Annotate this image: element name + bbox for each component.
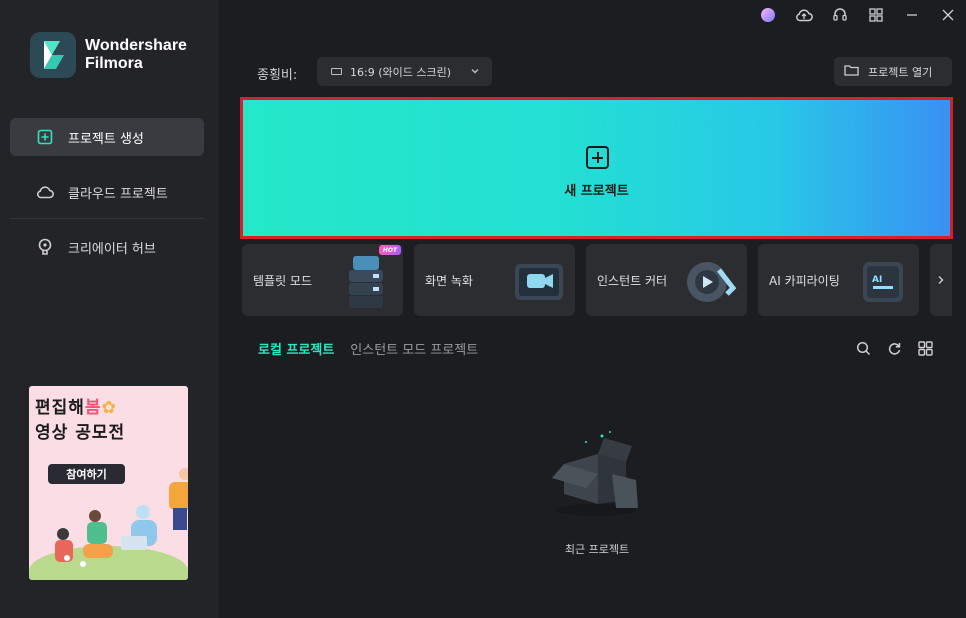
headset-icon[interactable] bbox=[822, 0, 858, 30]
logo-text-line2: Filmora bbox=[85, 55, 143, 72]
cloud-icon bbox=[36, 183, 54, 201]
tab-local-projects[interactable]: 로컬 프로젝트 bbox=[258, 339, 334, 358]
empty-state-label: 최근 프로젝트 bbox=[564, 543, 630, 556]
screen-icon bbox=[331, 68, 342, 75]
grid-view-icon[interactable] bbox=[915, 339, 935, 357]
cards-next-button[interactable] bbox=[930, 244, 952, 316]
aspect-ratio-value: 16:9 (와이드 스크린) bbox=[350, 65, 451, 79]
banner-illustration bbox=[55, 468, 188, 567]
close-icon[interactable] bbox=[930, 0, 966, 30]
sidebar-divider bbox=[10, 218, 204, 219]
quick-cards: 템플릿 모드 HOT 화면 녹화 인스턴트 커터 AI 카피라이팅 AI bbox=[242, 244, 952, 316]
chevron-right-icon bbox=[938, 276, 944, 284]
empty-box-icon bbox=[552, 431, 638, 516]
plus-icon bbox=[586, 146, 609, 169]
sidebar: Wondershare Filmora 프로젝트 생성 클라우드 프로젝트 크리… bbox=[0, 0, 219, 618]
filmora-logo-icon bbox=[30, 32, 76, 78]
banner-title: 편집해봄✿ 영상 공모전 bbox=[35, 398, 126, 443]
sidebar-item-creator-hub[interactable]: 크리에이터 허브 bbox=[10, 228, 204, 266]
view-tools bbox=[853, 339, 946, 357]
chevron-down-icon bbox=[470, 66, 480, 79]
window-controls bbox=[750, 0, 966, 30]
promo-banner[interactable]: 편집해봄✿ 영상 공모전 참여하기 bbox=[29, 386, 188, 580]
logo-text-line1: Wondershare bbox=[85, 37, 187, 54]
screen-recorder-icon bbox=[515, 264, 563, 300]
search-icon[interactable] bbox=[853, 339, 873, 357]
svg-text:AI: AI bbox=[872, 275, 882, 285]
cloud-upload-icon[interactable] bbox=[786, 0, 822, 30]
tab-instant-mode-projects[interactable]: 인스턴트 모드 프로젝트 bbox=[350, 339, 478, 358]
card-ai-copywriting[interactable]: AI 카피라이팅 AI bbox=[758, 244, 919, 316]
instant-cutter-icon bbox=[687, 262, 737, 302]
new-project-label: 새 프로젝트 bbox=[564, 184, 629, 199]
aspect-ratio-label: 종횡비: bbox=[257, 68, 298, 83]
sidebar-item-label: 클라우드 프로젝트 bbox=[68, 186, 168, 202]
open-project-label: 프로젝트 열기 bbox=[868, 65, 933, 79]
sidebar-nav: 프로젝트 생성 클라우드 프로젝트 크리에이터 허브 bbox=[10, 118, 204, 283]
card-template-mode[interactable]: 템플릿 모드 HOT bbox=[242, 244, 403, 316]
grid-apps-icon[interactable] bbox=[858, 0, 894, 30]
sidebar-item-create-project[interactable]: 프로젝트 생성 bbox=[10, 118, 204, 156]
card-label: 인스턴트 커터 bbox=[597, 274, 668, 288]
project-tabs: 로컬 프로젝트 인스턴트 모드 프로젝트 bbox=[258, 339, 494, 358]
card-label: 화면 녹화 bbox=[425, 274, 473, 288]
minimize-icon[interactable] bbox=[894, 0, 930, 30]
card-instant-cutter[interactable]: 인스턴트 커터 bbox=[586, 244, 747, 316]
lightbulb-icon bbox=[36, 238, 54, 256]
aspect-ratio-select[interactable]: 16:9 (와이드 스크린) bbox=[317, 57, 492, 86]
open-project-button[interactable]: 프로젝트 열기 bbox=[834, 57, 952, 86]
app-logo: Wondershare Filmora bbox=[30, 32, 187, 78]
sidebar-item-label: 프로젝트 생성 bbox=[68, 131, 144, 147]
card-label: 템플릿 모드 bbox=[253, 274, 313, 288]
ai-copywriting-icon: AI bbox=[863, 262, 903, 302]
avatar-icon[interactable] bbox=[750, 0, 786, 30]
folder-icon bbox=[844, 64, 859, 79]
template-stack-icon bbox=[349, 256, 383, 308]
sidebar-item-cloud-project[interactable]: 클라우드 프로젝트 bbox=[10, 173, 204, 211]
card-screen-recorder[interactable]: 화면 녹화 bbox=[414, 244, 575, 316]
refresh-icon[interactable] bbox=[884, 339, 904, 357]
sidebar-item-label: 크리에이터 허브 bbox=[68, 241, 156, 257]
new-project-button[interactable]: 새 프로젝트 bbox=[240, 97, 953, 239]
card-label: AI 카피라이팅 bbox=[769, 274, 840, 288]
plus-square-icon bbox=[36, 128, 54, 146]
